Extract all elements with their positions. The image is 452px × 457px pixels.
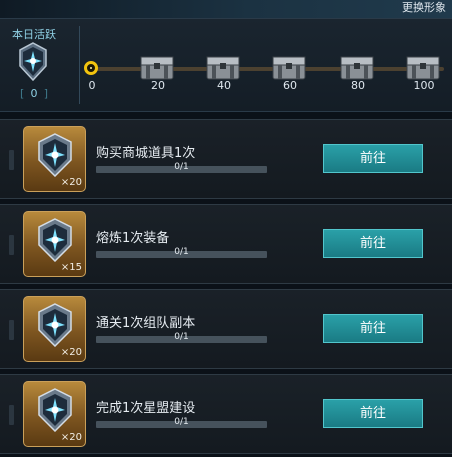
task-progress-text: 0/1 [174, 417, 189, 427]
row-notch [9, 405, 14, 425]
change-look-button[interactable]: 更换形象 [402, 0, 446, 16]
activity-badge-icon [38, 218, 72, 262]
task-progress-text: 0/1 [174, 247, 189, 257]
treasure-chest-icon[interactable] [340, 55, 374, 81]
task-name: 购买商城道具1次 [96, 146, 196, 161]
reward-count: ×20 [60, 347, 82, 358]
go-button[interactable]: 前往 [323, 314, 423, 343]
activity-badge-icon [18, 42, 48, 82]
activity-badge-icon [38, 303, 72, 347]
reward-count: ×20 [60, 432, 82, 443]
reward-count: ×20 [60, 177, 82, 188]
milestone-label: 0 [88, 79, 96, 92]
reward-card[interactable]: ×20 [23, 296, 86, 362]
milestone-label: 20 [151, 79, 165, 92]
activity-title: 本日活跃 [12, 28, 56, 41]
task-row: ×20 购买商城道具1次 0/1 前往 [0, 119, 452, 199]
task-row: ×15 熔炼1次装备 0/1 前往 [0, 204, 452, 284]
milestone-label: 80 [351, 79, 365, 92]
go-button[interactable]: 前往 [323, 144, 423, 173]
progress-knob [84, 61, 98, 75]
task-progress-text: 0/1 [174, 332, 189, 342]
activity-badge-icon [38, 133, 72, 177]
task-row: ×20 完成1次星盟建设 0/1 前往 [0, 374, 452, 454]
treasure-chest-icon[interactable] [140, 55, 174, 81]
treasure-chest-icon[interactable] [272, 55, 306, 81]
task-name: 通关1次组队副本 [96, 316, 196, 331]
treasure-chest-icon[interactable] [206, 55, 240, 81]
activity-badge-icon [38, 388, 72, 432]
row-notch [9, 235, 14, 255]
reward-count: ×15 [60, 262, 82, 273]
reward-card[interactable]: ×20 [23, 381, 86, 447]
task-name: 完成1次星盟建设 [96, 401, 196, 416]
milestone-label: 40 [217, 79, 231, 92]
divider [79, 26, 80, 104]
activity-count: 0 [20, 86, 48, 102]
task-row: ×20 通关1次组队副本 0/1 前往 [0, 289, 452, 369]
milestone-label: 100 [413, 79, 435, 92]
row-notch [9, 150, 14, 170]
milestone-label: 60 [283, 79, 297, 92]
task-progress-text: 0/1 [174, 162, 189, 172]
go-button[interactable]: 前往 [323, 399, 423, 428]
reward-card[interactable]: ×20 [23, 126, 86, 192]
task-name: 熔炼1次装备 [96, 231, 170, 246]
row-notch [9, 320, 14, 340]
reward-card[interactable]: ×15 [23, 211, 86, 277]
go-button[interactable]: 前往 [323, 229, 423, 258]
treasure-chest-icon[interactable] [406, 55, 440, 81]
top-strip [0, 0, 452, 18]
